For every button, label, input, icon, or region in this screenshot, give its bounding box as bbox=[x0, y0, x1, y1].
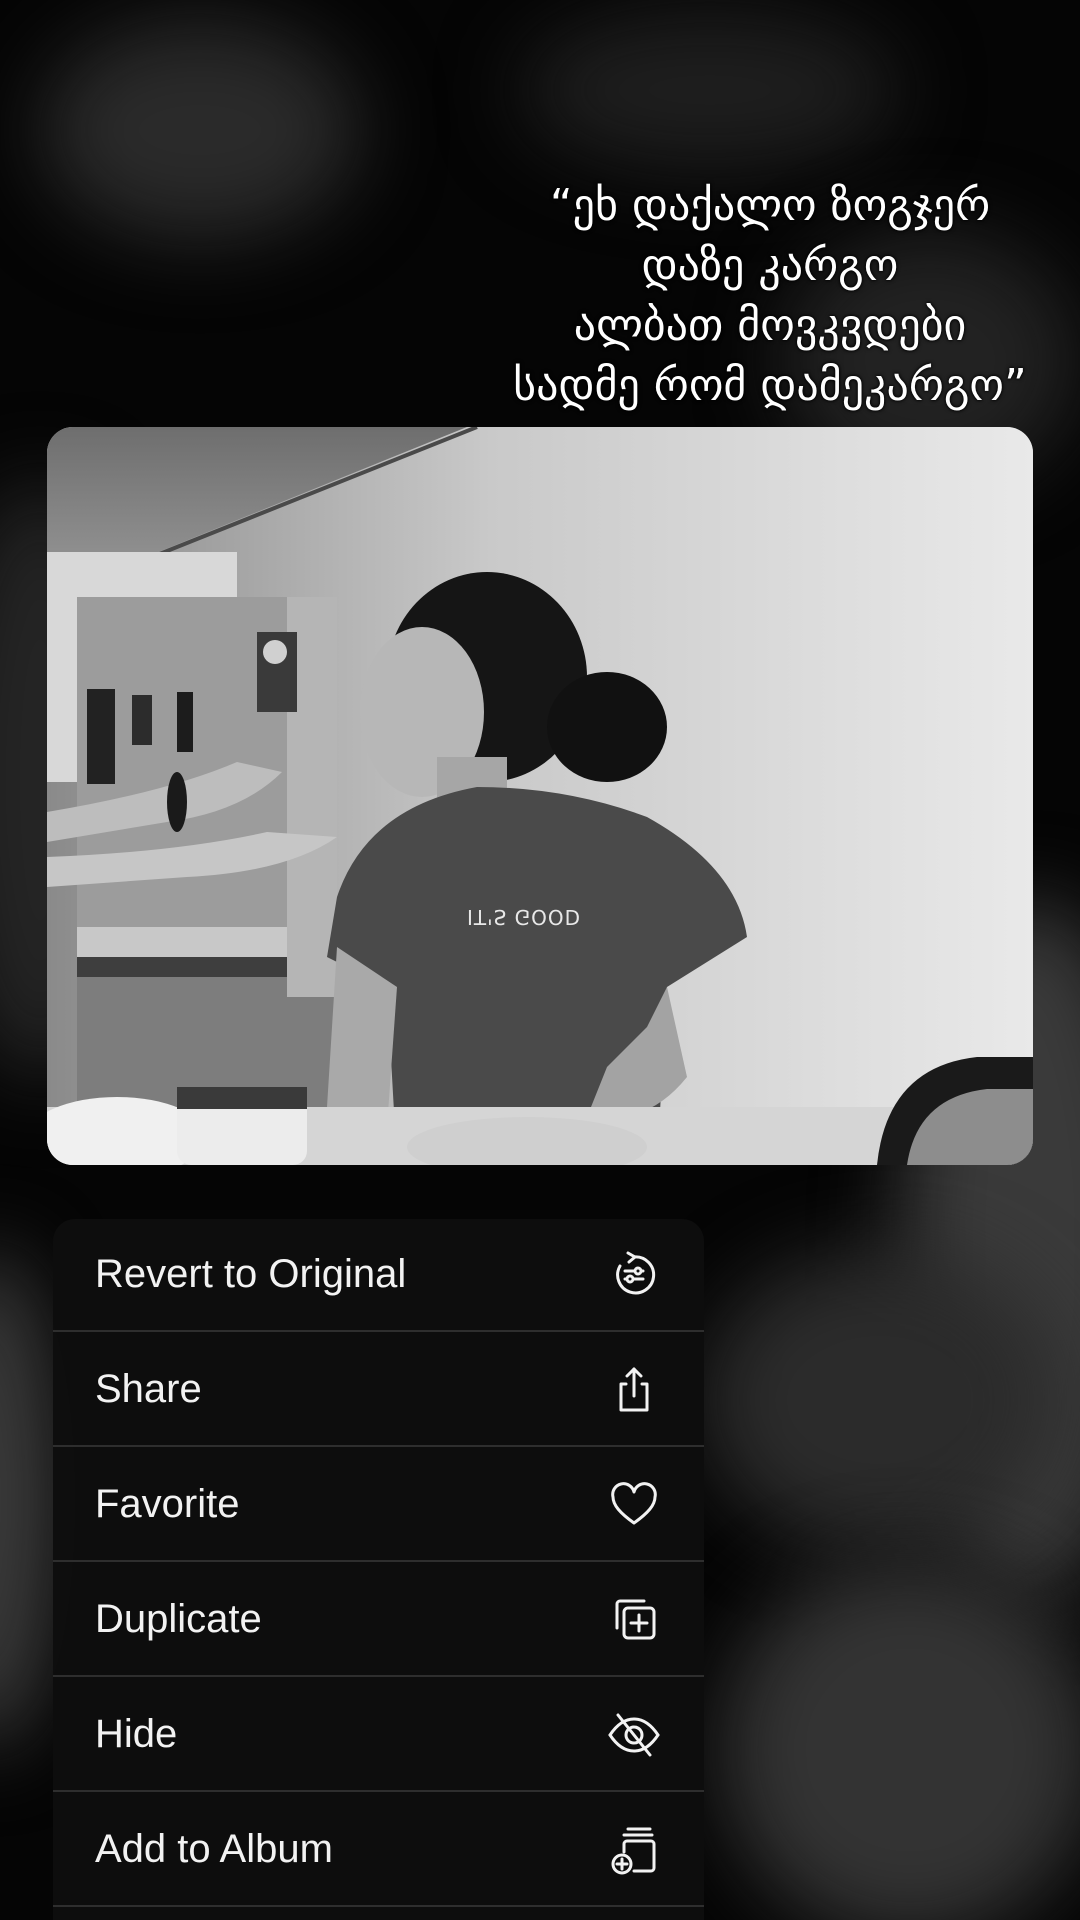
menu-item-label: Revert to Original bbox=[95, 1252, 407, 1296]
menu-item-duplicate[interactable]: Duplicate bbox=[53, 1564, 704, 1677]
eye-slash-icon bbox=[608, 1709, 660, 1761]
menu-item-add-to-album[interactable]: Add to Album bbox=[53, 1794, 704, 1907]
menu-item-label: Duplicate bbox=[95, 1597, 262, 1641]
duplicate-icon bbox=[608, 1594, 660, 1646]
menu-item-revert-to-original[interactable]: Revert to Original bbox=[53, 1219, 704, 1332]
menu-item-hide[interactable]: Hide bbox=[53, 1679, 704, 1792]
heart-icon bbox=[608, 1479, 660, 1531]
quote-line: ალბათ მოვკვდები bbox=[573, 300, 967, 351]
revert-icon bbox=[608, 1249, 660, 1301]
quote-line: “ეხ დაქალო ზოგჯერ bbox=[549, 180, 991, 231]
quote-caption: “ეხ დაქალო ზოგჯერ დაზე კარგო ალბათ მოვკვ… bbox=[480, 176, 1060, 416]
photo-image bbox=[47, 427, 1033, 1165]
share-icon bbox=[608, 1364, 660, 1416]
add-to-album-icon bbox=[608, 1824, 660, 1876]
menu-item-label: Add to Album bbox=[95, 1827, 333, 1871]
quote-line: სადმე რომ დამეკარგო” bbox=[513, 360, 1027, 411]
shirt-print: IT'S GOOD bbox=[467, 905, 582, 929]
context-menu: Revert to Original Share Favorite Duplic… bbox=[53, 1219, 704, 1920]
quote-line: დაზე კარგო bbox=[641, 240, 899, 291]
photo-preview[interactable]: IT'S GOOD bbox=[47, 427, 1033, 1165]
menu-item-label: Hide bbox=[95, 1712, 178, 1756]
menu-item-label: Favorite bbox=[95, 1482, 240, 1526]
menu-item-favorite[interactable]: Favorite bbox=[53, 1449, 704, 1562]
menu-item-label: Share bbox=[95, 1367, 202, 1411]
menu-item-share[interactable]: Share bbox=[53, 1334, 704, 1447]
